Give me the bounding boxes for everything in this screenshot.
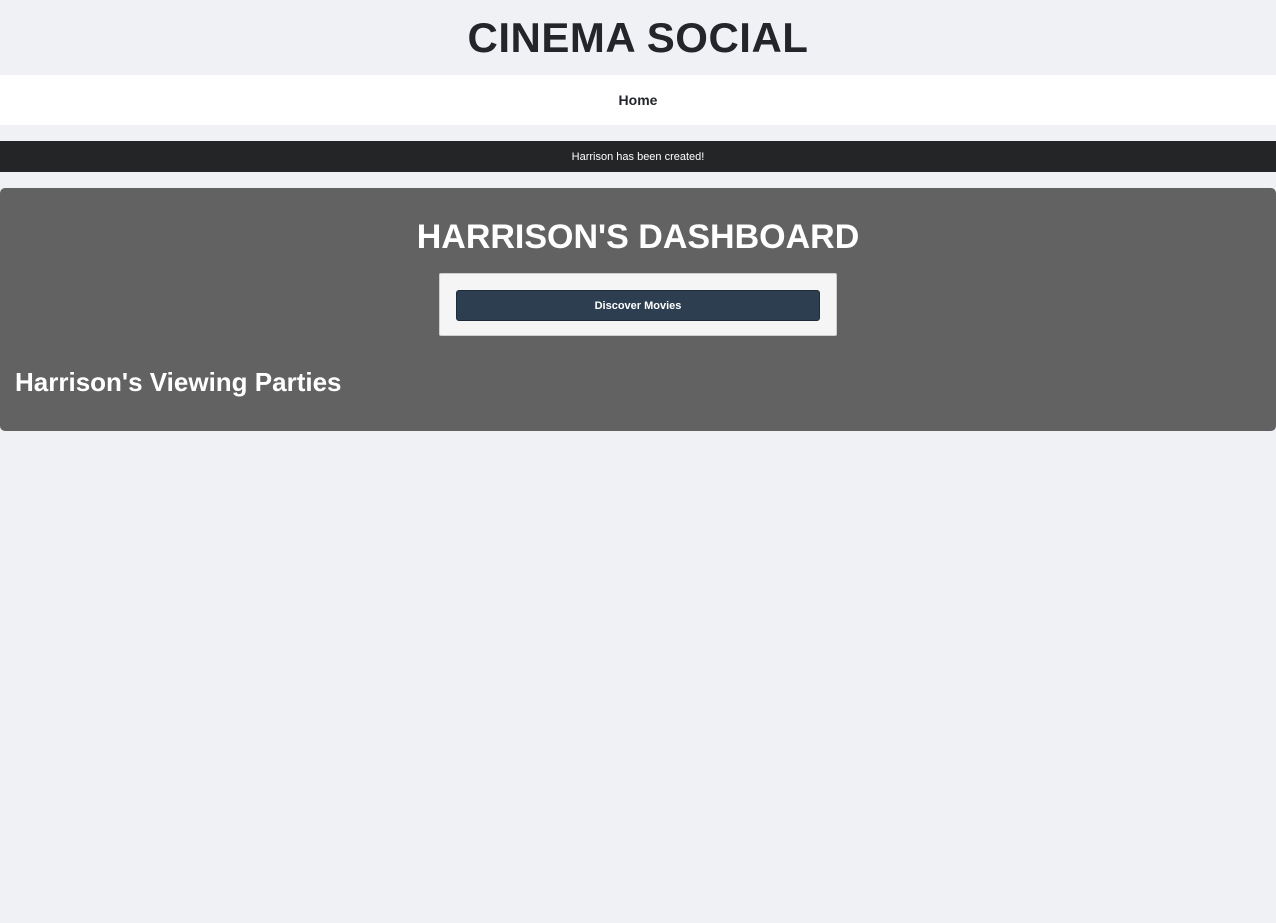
dashboard-title: HARRISON'S DASHBOARD bbox=[416, 218, 860, 256]
discover-movies-button[interactable]: Discover Movies bbox=[456, 290, 820, 321]
flash-message-text: Harrison has been created! bbox=[571, 150, 705, 163]
flash-message: Harrison has been created! bbox=[0, 141, 1276, 172]
nav-bar: Home bbox=[0, 75, 1276, 125]
nav-home-link[interactable]: Home bbox=[619, 92, 658, 108]
dashboard-panel: HARRISON'S DASHBOARD Discover Movies Har… bbox=[0, 188, 1276, 431]
viewing-parties-heading: Harrison's Viewing Parties bbox=[15, 367, 342, 397]
site-title: CINEMA SOCIAL bbox=[467, 13, 809, 61]
discover-movies-form: Discover Movies bbox=[439, 273, 837, 336]
